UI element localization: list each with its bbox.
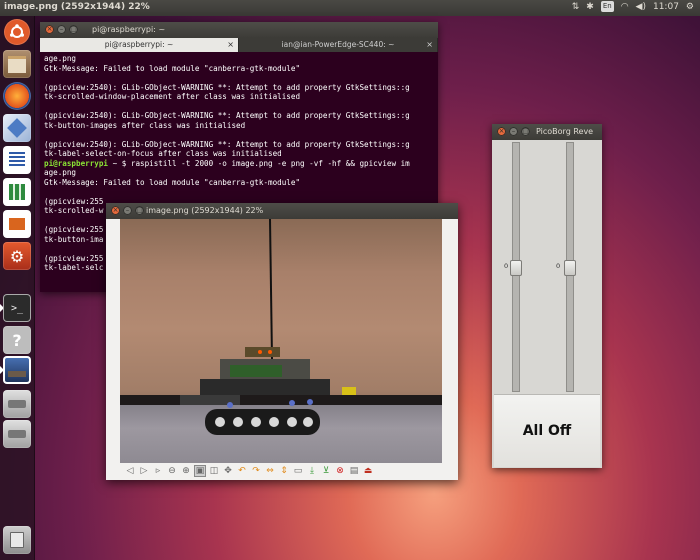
tab-raspberrypi[interactable]: pi@raspberrypi: ~ × [40,38,239,52]
quit-icon[interactable]: ⏏ [362,465,374,477]
files-icon[interactable] [3,50,31,78]
window-title: image.png (2592x1944) 22% [146,206,264,215]
close-icon[interactable]: × [111,206,120,215]
transfer-icon[interactable]: ⇅ [572,2,580,12]
picoborg-titlebar[interactable]: × – □ PicoBorg Reve [492,124,602,140]
image-viewer-window[interactable]: × – □ image.png (2592x1944) 22% ◁ ▷ ▹ ⊖ … [106,203,458,480]
network-icon[interactable]: ◠ [621,2,629,12]
save-icon[interactable]: ⤓ [306,465,318,477]
play-icon[interactable]: ▹ [152,465,164,477]
zoom-in-icon[interactable]: ⊕ [180,465,192,477]
left-slider-value: 0 [504,262,509,270]
tab-label: ian@ian-PowerEdge-SC440: ~ [281,40,395,49]
maximize-icon[interactable]: □ [521,127,530,136]
right-slider-value: 0 [556,262,561,270]
prev-icon[interactable]: ◁ [124,465,136,477]
dash-home-icon[interactable] [4,19,30,45]
calc-icon[interactable] [3,178,31,206]
clock[interactable]: 11:07 [653,2,679,12]
terminal-line: tk-label-select-on-focus after class was… [44,149,282,158]
rotate-right-icon[interactable]: ↷ [250,465,262,477]
active-window-title: image.png (2592x1944) 22% [4,2,150,12]
slider-handle[interactable] [510,260,522,276]
power-gear-icon[interactable]: ⚙ [686,2,694,12]
minimize-icon[interactable]: – [123,206,132,215]
minimize-icon[interactable]: – [509,127,518,136]
right-motor-slider[interactable] [564,142,576,392]
rotate-left-icon[interactable]: ↶ [236,465,248,477]
command-line: pi@raspberrypi ~ $ raspistill -t 2000 -o… [44,159,434,169]
software-center-icon[interactable] [3,114,31,142]
fullscreen-icon[interactable]: ✥ [222,465,234,477]
tab-label: pi@raspberrypi: ~ [104,40,174,49]
image-viewer-icon[interactable] [3,356,31,384]
drive-icon[interactable] [3,420,31,448]
robot-photo [120,219,442,463]
trash-icon[interactable] [3,526,31,554]
picoborg-window[interactable]: × – □ PicoBorg Reve 0 0 All Off [492,124,602,468]
window-title: PicoBorg Reve [536,127,594,136]
open-icon[interactable]: ▭ [292,465,304,477]
maximize-icon[interactable]: □ [135,206,144,215]
terminal-line: (gpicview:2540): GLib-GObject-WARNING **… [44,82,410,92]
command-text: ~ $ raspistill -t 2000 -o image.png -e p… [108,158,410,168]
delete-icon[interactable]: ⊗ [334,465,346,477]
volume-icon[interactable]: ◀) [636,2,646,12]
system-settings-icon[interactable]: ⚙ [3,242,31,270]
close-icon[interactable]: × [45,25,54,34]
close-tab-icon[interactable]: × [426,38,433,52]
prompt: pi@raspberrypi [44,158,109,168]
terminal-line: age.png [44,54,77,63]
minimize-icon[interactable]: – [57,25,66,34]
all-off-button[interactable]: All Off [494,394,600,467]
writer-icon[interactable] [3,146,31,174]
close-icon[interactable]: × [497,127,506,136]
terminal-line: Gtk-Message: Failed to load module "canb… [44,63,301,73]
terminal-line: tk-button-images after class was initial… [44,120,246,130]
preferences-icon[interactable]: ▤ [348,465,360,477]
keyboard-layout-indicator[interactable]: En [600,1,614,12]
original-size-icon[interactable]: ◫ [208,465,220,477]
terminal-line: (gpicview:2540): GLib-GObject-WARNING **… [44,139,410,149]
flip-horizontal-icon[interactable]: ⇔ [264,465,276,477]
tab-ian-poweredge[interactable]: ian@ian-PowerEdge-SC440: ~ × [239,38,438,52]
save-as-icon[interactable]: ⊻ [320,465,332,477]
terminal-icon[interactable]: >_ [3,294,31,322]
unknown-app-icon[interactable]: ? [3,326,31,354]
next-icon[interactable]: ▷ [138,465,150,477]
impress-icon[interactable] [3,210,31,238]
terminal-titlebar[interactable]: × – □ pi@raspberrypi: ~ [40,22,438,38]
window-title: pi@raspberrypi: ~ [92,25,166,34]
system-tray: ⇅ ✱ En ◠ ◀) 11:07 ⚙ [572,1,694,12]
launcher: ⚙ >_ ? [0,16,35,560]
zoom-out-icon[interactable]: ⊖ [166,465,178,477]
close-tab-icon[interactable]: × [227,38,234,52]
firefox-icon[interactable] [3,82,31,110]
terminal-tabs: pi@raspberrypi: ~ × ian@ian-PowerEdge-SC… [40,38,438,52]
bluetooth-icon[interactable]: ✱ [586,2,594,12]
terminal-line: age.png [44,168,77,177]
robot-illustration [180,219,356,435]
terminal-line: tk-scrolled-window-placement after class… [44,92,301,101]
flip-vertical-icon[interactable]: ⇕ [278,465,290,477]
drive-icon[interactable] [3,390,31,418]
maximize-icon[interactable]: □ [69,25,78,34]
viewer-toolbar: ◁ ▷ ▹ ⊖ ⊕ ▣ ◫ ✥ ↶ ↷ ⇔ ⇕ ▭ ⤓ ⊻ ⊗ ▤ ⏏ [120,463,442,479]
terminal-line: Gtk-Message: Failed to load module "canb… [44,177,301,187]
viewer-titlebar[interactable]: × – □ image.png (2592x1944) 22% [106,203,458,219]
top-panel: image.png (2592x1944) 22% ⇅ ✱ En ◠ ◀) 11… [0,0,700,16]
fit-icon[interactable]: ▣ [194,465,206,477]
left-motor-slider[interactable] [510,142,522,392]
terminal-line: (gpicview:2540): GLib-GObject-WARNING **… [44,111,410,120]
slider-handle[interactable] [564,260,576,276]
